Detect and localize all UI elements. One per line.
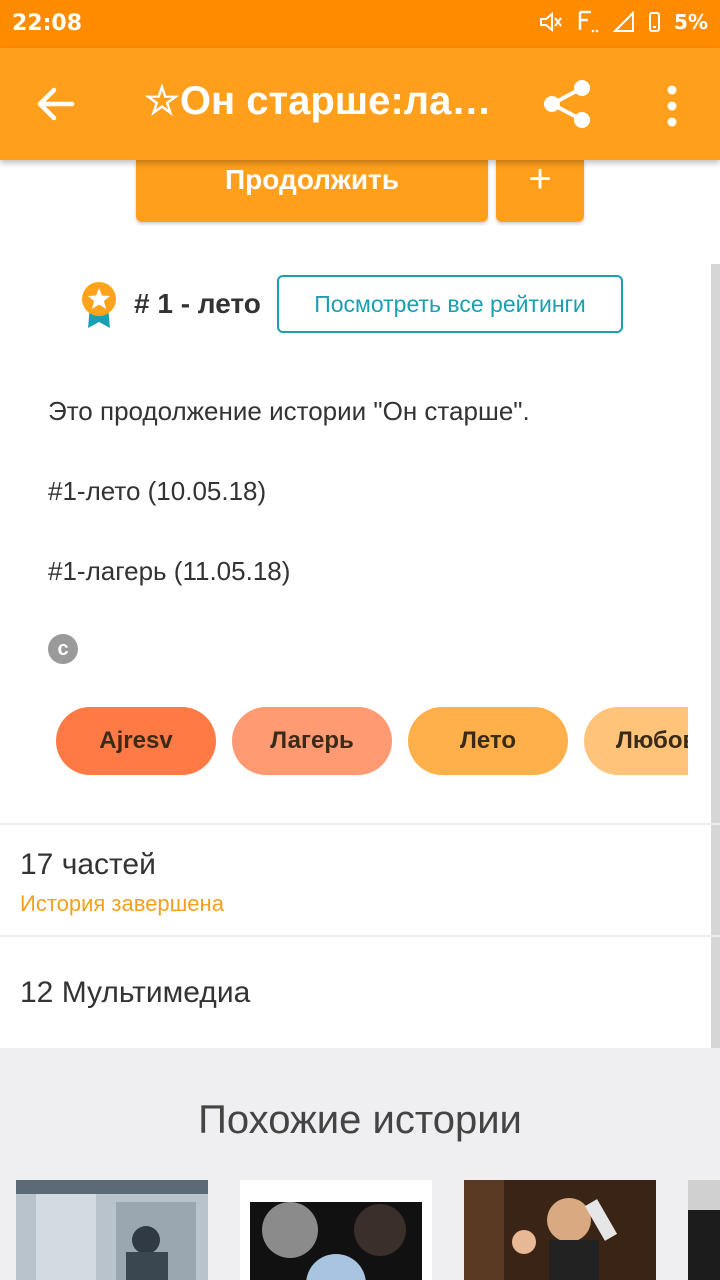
scrollbar[interactable] — [711, 264, 720, 1184]
tag-chip[interactable]: Ajresv — [56, 707, 216, 775]
medal-icon — [82, 282, 116, 328]
continue-button[interactable]: Продолжить — [136, 160, 488, 222]
app-bar: ☆Он старше:лаг… — [0, 48, 720, 160]
description-line: #1-лето (10.05.18) — [48, 476, 267, 506]
divider — [0, 935, 720, 937]
tag-list: Ajresv Лагерь Лето Любовь — [56, 707, 688, 775]
network-type-icon — [578, 10, 599, 33]
description-line: #1-лагерь (11.05.18) — [48, 556, 291, 586]
status-icons: 5% — [539, 10, 708, 34]
story-cover[interactable] — [240, 1180, 432, 1280]
media-count[interactable]: 12 Мультимедиа — [20, 976, 250, 1010]
action-row: Продолжить + — [0, 159, 720, 224]
description-line: Это продолжение истории "Он старше". — [48, 396, 530, 426]
story-cover[interactable] — [16, 1180, 208, 1280]
story-status: История завершена — [20, 891, 224, 916]
story-cover[interactable] — [688, 1180, 720, 1280]
back-arrow-icon[interactable] — [28, 76, 84, 132]
more-vert-icon[interactable] — [652, 78, 692, 134]
mute-icon — [540, 11, 562, 33]
similar-stories-title: Похожие истории — [198, 1098, 522, 1142]
battery-level: 5% — [674, 10, 708, 34]
status-bar: 22:08 5% — [0, 0, 720, 48]
add-to-library-button[interactable]: + — [496, 159, 584, 222]
view-all-ratings-button[interactable]: Посмотреть все рейтинги — [277, 275, 623, 333]
story-cover[interactable] — [464, 1180, 656, 1280]
battery-icon — [649, 12, 661, 32]
ranking-row: # 1 - лето Посмотреть все рейтинги — [0, 274, 720, 334]
divider — [0, 823, 720, 825]
story-title: ☆Он старше:лаг… — [144, 79, 494, 123]
parts-count[interactable]: 17 частей — [20, 848, 156, 882]
tag-chip[interactable]: Любовь — [584, 707, 688, 775]
share-icon[interactable] — [538, 74, 598, 134]
tag-chip[interactable]: Лагерь — [232, 707, 392, 775]
tag-chip[interactable]: Лето — [408, 707, 568, 775]
status-time: 22:08 — [12, 11, 83, 36]
copyright-icon: c — [48, 634, 78, 664]
rank-label: # 1 - лето — [134, 288, 261, 319]
signal-icon — [613, 11, 635, 32]
similar-stories-section: Похожие истории — [0, 1048, 720, 1280]
